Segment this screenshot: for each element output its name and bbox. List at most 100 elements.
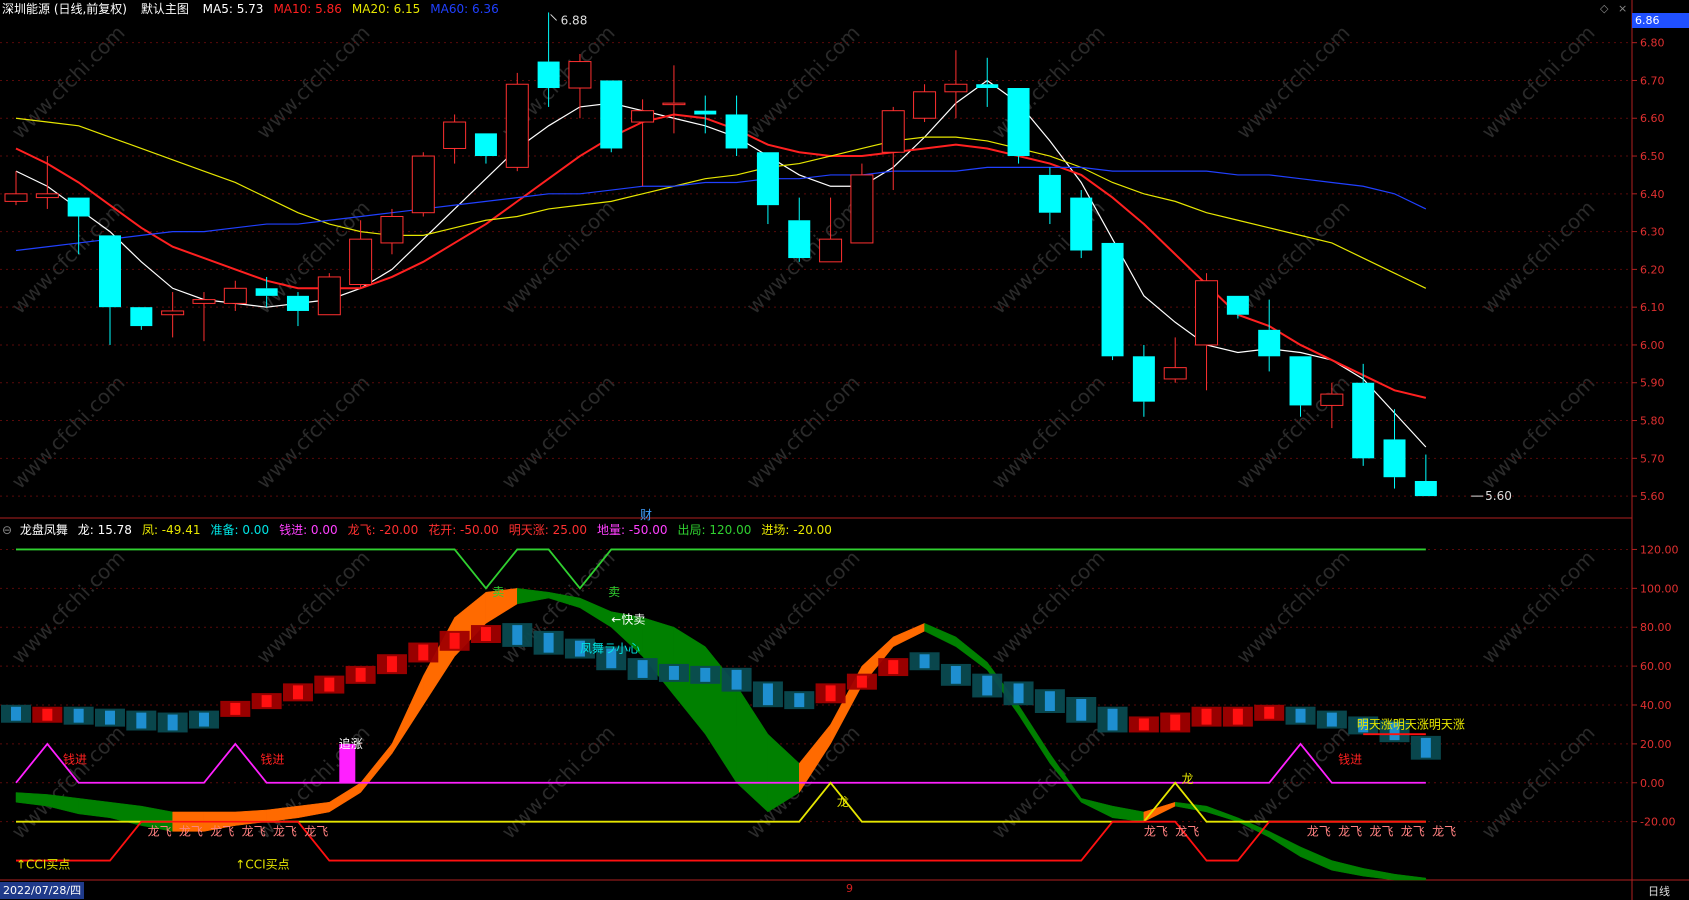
- fengwu-band-segment: [892, 622, 925, 648]
- watermark-text: www.cfchi.com: [1477, 721, 1600, 844]
- candle-body-up: [411, 155, 435, 214]
- indicator-tick-label: 60.00: [1640, 660, 1672, 673]
- candle-body-up: [568, 61, 592, 89]
- candle-body-up: [1163, 367, 1187, 380]
- long-bar-core: [167, 714, 178, 731]
- long-bar-core: [794, 693, 805, 708]
- price-tick-label: 6.20: [1640, 263, 1665, 276]
- fengwu-band-segment: [1206, 805, 1239, 823]
- long-bar-core: [418, 644, 429, 661]
- long-bar-core: [11, 706, 21, 721]
- long-bar-core: [1295, 708, 1306, 723]
- low-price-label: 5.60: [1485, 489, 1512, 503]
- watermark-text: www.cfchi.com: [1232, 21, 1355, 144]
- indicator-label: 龙飞: [273, 824, 297, 838]
- price-tick-label: 6.70: [1640, 74, 1665, 87]
- fengwu-band-segment: [1362, 868, 1395, 881]
- fengwu-band-segment: [15, 792, 48, 807]
- indicator-tick-label: -20.00: [1640, 816, 1675, 829]
- candle-body-up: [850, 174, 874, 244]
- indicator-label: 钱进: [260, 751, 284, 766]
- fengwu-band-segment: [1394, 873, 1427, 881]
- stock-title[interactable]: 深圳能源 (日线,前复权): [2, 2, 127, 16]
- long-bar-core: [512, 625, 523, 645]
- fengwu-band-segment: [360, 743, 393, 794]
- candle-body-up: [662, 102, 686, 106]
- close-icon[interactable]: ×: [1618, 2, 1627, 15]
- price-tick-label: 5.90: [1640, 377, 1665, 390]
- price-tick-label: 6.30: [1640, 226, 1665, 239]
- long-bar-core: [230, 702, 241, 715]
- price-tick-label: 6.40: [1640, 188, 1665, 201]
- candle-body-up: [819, 238, 843, 263]
- watermark-text: www.cfchi.com: [742, 546, 865, 669]
- candle-body-down: [725, 114, 748, 149]
- long-bar-core: [1138, 718, 1149, 731]
- price-axis: 5.60 5.70 5.80 5.90 6.00 6.10 6.20 6.30 6.40 6.50…: [1632, 37, 1679, 829]
- candle-body-down: [1414, 480, 1437, 497]
- candle-body-down: [1038, 174, 1061, 213]
- long-bar-core: [731, 669, 742, 690]
- indicator-title[interactable]: 龙盘凤舞: [20, 523, 68, 537]
- collapse-icon[interactable]: ⊖: [2, 523, 12, 537]
- long-bar-core: [543, 632, 554, 653]
- indicator-label: ←快卖: [611, 612, 645, 626]
- watermark-text: www.cfchi.com: [987, 546, 1110, 669]
- fengwu-band-segment: [78, 798, 111, 819]
- indicator-label: 龙: [1181, 772, 1193, 786]
- long-bar-core: [1107, 708, 1118, 731]
- long-bar-core: [950, 665, 961, 684]
- candle-body-down: [255, 288, 278, 296]
- indicator-legend-4: 龙飞: -20.00: [347, 523, 419, 537]
- candle-body-up: [881, 110, 905, 153]
- watermark-text: www.cfchi.com: [252, 21, 375, 144]
- chart-canvas[interactable]: www.cfchi.com www.cfchi.com www.cfchi.com w…: [0, 0, 1689, 900]
- indicator-header: ⊖ 龙盘凤舞 龙: 15.78 凤: -49.41 准备: 0.00 钱进: 0.00…: [2, 521, 852, 539]
- fengwu-band-segment: [1300, 846, 1333, 871]
- indicator-label: 卖: [492, 585, 504, 599]
- indicator-label: 龙飞: [1307, 824, 1331, 838]
- watermark-text: www.cfchi.com: [7, 371, 130, 494]
- indicator-label: 龙飞: [1432, 824, 1456, 838]
- candle-body-up: [913, 91, 937, 119]
- candle-body-down: [1383, 439, 1406, 478]
- fengwu-band-segment: [1018, 704, 1051, 765]
- candle-body-down: [1070, 197, 1093, 251]
- indicator-label: 龙飞: [304, 824, 328, 838]
- long-bar-core: [1044, 691, 1055, 711]
- price-tick-label: 5.80: [1640, 415, 1665, 428]
- long-bar-core: [700, 667, 711, 682]
- candle-body-up: [192, 299, 216, 304]
- watermark-text: www.cfchi.com: [1232, 546, 1355, 669]
- ma-legend-0: MA5: 5.73: [202, 2, 264, 16]
- watermark-text: www.cfchi.com: [252, 371, 375, 494]
- template-label[interactable]: 默认主图: [141, 2, 189, 16]
- ma-legend-3: MA60: 6.36: [430, 2, 499, 16]
- fengwu-band-segment: [1112, 805, 1145, 822]
- long-bar-core: [198, 712, 209, 727]
- long-bar-core: [1264, 706, 1275, 719]
- long-bar-core: [73, 708, 84, 723]
- long-bar-core: [982, 675, 993, 696]
- candle-body-down: [788, 220, 811, 259]
- finance-marker[interactable]: 财: [640, 506, 652, 523]
- ma-line-ma20: [15, 117, 1427, 289]
- watermark-text: www.cfchi.com: [497, 371, 620, 494]
- indicator-legend-7: 地量: -50.00: [596, 523, 668, 537]
- long-bar-core: [856, 675, 867, 688]
- fengwu-band-segment: [1268, 830, 1301, 858]
- indicator-tick-label: 80.00: [1640, 621, 1672, 634]
- long-bar-core: [104, 710, 115, 725]
- indicator-label: 龙飞: [179, 824, 203, 838]
- diamond-icon[interactable]: ◇: [1600, 2, 1608, 15]
- fengwu-band-segment: [579, 597, 612, 628]
- indicator-label: 龙飞: [1401, 824, 1425, 838]
- indicator-label: 龙飞: [148, 824, 172, 838]
- candle-body-up: [35, 193, 59, 199]
- indicator-label: 钱进: [63, 751, 87, 766]
- indicator-tick-label: 120.00: [1640, 543, 1679, 556]
- candle-body-down: [474, 133, 497, 157]
- indicator-label: 卖: [608, 585, 620, 599]
- price-tick-label: 5.60: [1640, 490, 1665, 503]
- period-tab[interactable]: 日线: [1648, 883, 1670, 899]
